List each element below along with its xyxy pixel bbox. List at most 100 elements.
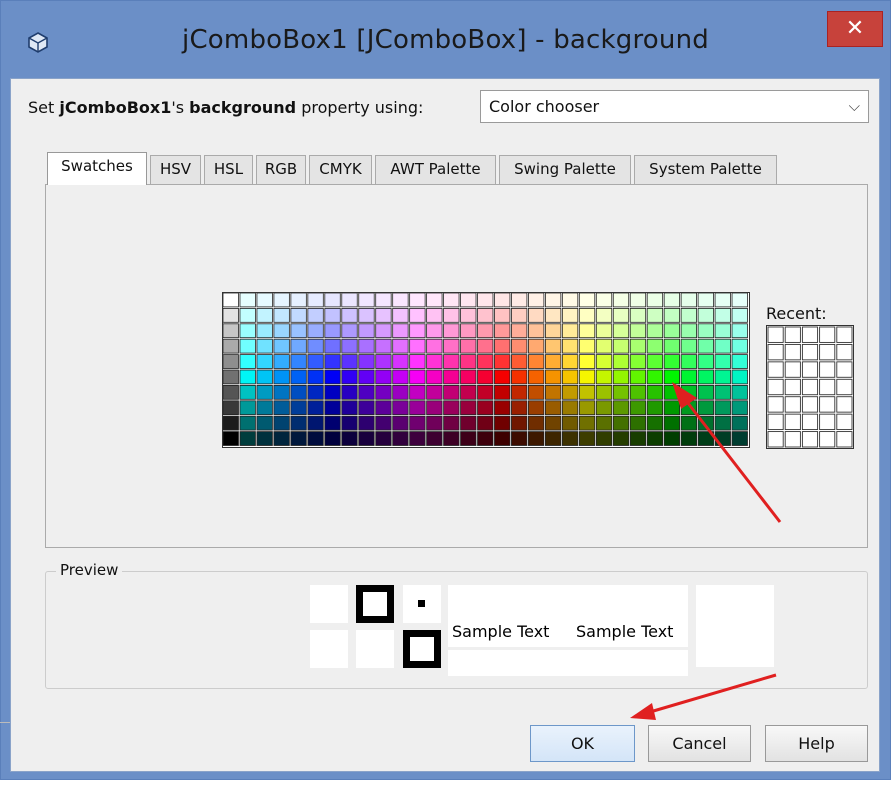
swatch-cell[interactable] xyxy=(375,431,392,446)
swatch-cell[interactable] xyxy=(714,354,731,369)
swatch-cell[interactable] xyxy=(392,431,409,446)
swatch-cell[interactable] xyxy=(358,293,375,308)
title-bar[interactable]: jComboBox1 [JComboBox] - background ✕ xyxy=(1,1,890,79)
swatch-cell[interactable] xyxy=(443,323,460,339)
swatch-cell[interactable] xyxy=(324,431,341,446)
swatch-cell[interactable] xyxy=(477,415,494,431)
swatch-cell[interactable] xyxy=(307,354,324,369)
swatch-cell[interactable] xyxy=(663,385,681,400)
swatch-cell[interactable] xyxy=(511,415,528,431)
swatch-cell[interactable] xyxy=(426,400,443,416)
tab-awt-palette[interactable]: AWT Palette xyxy=(375,155,496,184)
swatch-cell[interactable] xyxy=(578,323,596,339)
swatch-cell[interactable] xyxy=(223,369,239,385)
swatch-cell[interactable] xyxy=(561,293,579,308)
recent-cell[interactable] xyxy=(801,431,819,448)
swatch-cell[interactable] xyxy=(239,415,256,431)
swatch-cell[interactable] xyxy=(680,369,698,385)
swatch-cell[interactable] xyxy=(477,385,494,400)
swatch-cell[interactable] xyxy=(544,354,562,369)
swatch-cell[interactable] xyxy=(443,307,460,323)
swatch-cell[interactable] xyxy=(290,431,307,446)
swatch-cell[interactable] xyxy=(544,400,562,416)
swatch-cell[interactable] xyxy=(578,400,596,416)
swatch-cell[interactable] xyxy=(223,323,239,339)
swatch-cell[interactable] xyxy=(646,293,664,308)
swatch-cell[interactable] xyxy=(494,338,511,354)
swatch-cell[interactable] xyxy=(426,369,443,385)
swatch-cell[interactable] xyxy=(256,307,273,323)
swatch-cell[interactable] xyxy=(239,400,256,416)
swatch-cell[interactable] xyxy=(629,307,647,323)
swatch-cell[interactable] xyxy=(612,431,630,446)
swatch-cell[interactable] xyxy=(341,354,358,369)
swatch-cell[interactable] xyxy=(528,400,545,416)
swatch-cell[interactable] xyxy=(392,293,409,308)
swatch-cell[interactable] xyxy=(494,323,511,339)
swatch-cell[interactable] xyxy=(443,385,460,400)
close-button[interactable]: ✕ xyxy=(827,11,883,47)
swatch-cell[interactable] xyxy=(324,323,341,339)
swatch-cell[interactable] xyxy=(612,293,630,308)
swatch-cell[interactable] xyxy=(663,307,681,323)
swatch-cell[interactable] xyxy=(307,307,324,323)
swatch-cell[interactable] xyxy=(697,431,714,446)
swatch-cell[interactable] xyxy=(595,354,613,369)
swatch-cell[interactable] xyxy=(307,431,324,446)
swatch-cell[interactable] xyxy=(680,354,698,369)
swatch-cell[interactable] xyxy=(663,323,681,339)
swatch-cell[interactable] xyxy=(731,338,748,354)
swatch-cell[interactable] xyxy=(629,293,647,308)
recent-cell[interactable] xyxy=(836,343,853,361)
swatch-cell[interactable] xyxy=(426,307,443,323)
swatch-cell[interactable] xyxy=(629,338,647,354)
recent-cell[interactable] xyxy=(784,343,801,361)
swatch-cell[interactable] xyxy=(358,338,375,354)
swatch-cell[interactable] xyxy=(528,415,545,431)
swatch-cell[interactable] xyxy=(731,415,748,431)
swatch-cell[interactable] xyxy=(375,354,392,369)
swatch-cell[interactable] xyxy=(307,400,324,416)
swatch-cell[interactable] xyxy=(239,323,256,339)
tab-swatches[interactable]: Swatches xyxy=(47,152,147,185)
swatch-cell[interactable] xyxy=(273,354,290,369)
recent-cell[interactable] xyxy=(801,361,819,378)
swatch-cell[interactable] xyxy=(561,369,579,385)
swatch-cell[interactable] xyxy=(595,385,613,400)
swatch-cell[interactable] xyxy=(646,400,664,416)
swatch-cell[interactable] xyxy=(646,338,664,354)
swatch-cell[interactable] xyxy=(341,369,358,385)
tab-system-palette[interactable]: System Palette xyxy=(634,155,777,184)
swatch-cell[interactable] xyxy=(578,385,596,400)
swatch-cell[interactable] xyxy=(460,323,477,339)
swatch-cell[interactable] xyxy=(239,338,256,354)
swatch-cell[interactable] xyxy=(511,354,528,369)
swatch-cell[interactable] xyxy=(460,338,477,354)
swatch-cell[interactable] xyxy=(544,293,562,308)
recent-cell[interactable] xyxy=(819,396,836,413)
swatch-cell[interactable] xyxy=(561,323,579,339)
swatch-cell[interactable] xyxy=(307,415,324,431)
swatch-cell[interactable] xyxy=(409,323,426,339)
swatch-cell[interactable] xyxy=(273,369,290,385)
swatch-cells[interactable] xyxy=(223,293,749,447)
swatch-cell[interactable] xyxy=(443,293,460,308)
swatch-cell[interactable] xyxy=(731,293,748,308)
recent-cell[interactable] xyxy=(801,396,819,413)
swatch-cell[interactable] xyxy=(646,385,664,400)
swatch-cell[interactable] xyxy=(341,415,358,431)
recent-cell[interactable] xyxy=(767,413,784,431)
swatch-cell[interactable] xyxy=(460,415,477,431)
swatch-cell[interactable] xyxy=(578,369,596,385)
swatch-cell[interactable] xyxy=(375,385,392,400)
swatch-cell[interactable] xyxy=(528,338,545,354)
tab-hsv[interactable]: HSV xyxy=(150,155,201,184)
swatch-cell[interactable] xyxy=(629,385,647,400)
swatch-cell[interactable] xyxy=(358,400,375,416)
swatch-cell[interactable] xyxy=(663,293,681,308)
swatch-cell[interactable] xyxy=(273,415,290,431)
swatch-cell[interactable] xyxy=(358,354,375,369)
swatch-cell[interactable] xyxy=(392,354,409,369)
swatch-cell[interactable] xyxy=(595,431,613,446)
swatch-cell[interactable] xyxy=(714,307,731,323)
